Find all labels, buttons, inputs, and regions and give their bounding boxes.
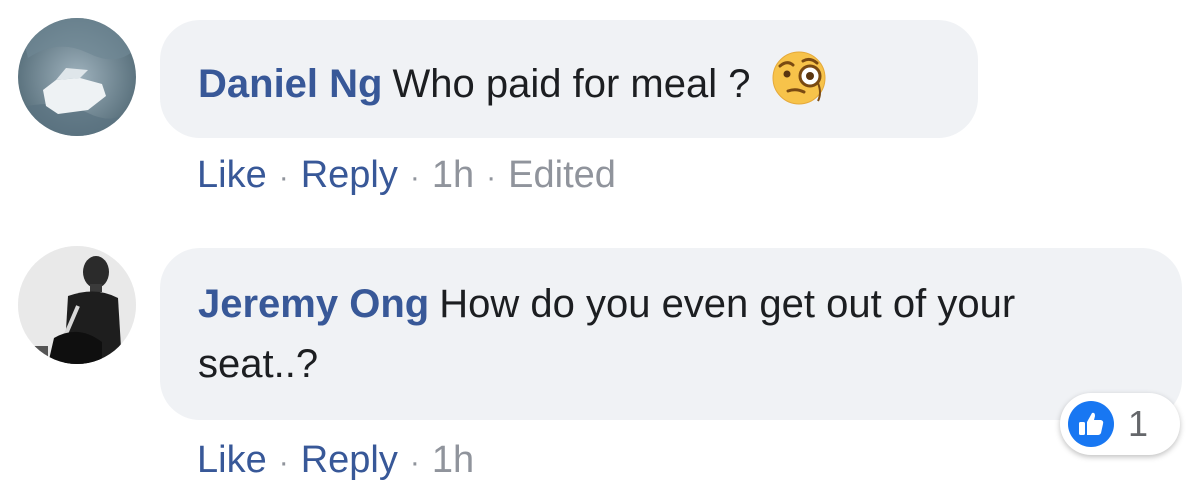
like-link[interactable]: Like xyxy=(197,439,267,481)
separator: · xyxy=(278,161,289,194)
separator: · xyxy=(278,446,289,479)
thumbs-up-icon xyxy=(1068,401,1114,447)
separator: · xyxy=(486,161,497,194)
like-link[interactable]: Like xyxy=(197,154,267,196)
timestamp-link[interactable]: 1h xyxy=(432,439,474,481)
comment-author-link[interactable]: Daniel Ng xyxy=(198,62,382,106)
comment-bubble: Jeremy Ong How do you even get out of you… xyxy=(160,248,1182,420)
reaction-summary[interactable]: 1 xyxy=(1060,393,1180,455)
timestamp-link[interactable]: 1h xyxy=(432,154,474,196)
comment-bubble: Daniel Ng Who paid for meal ? xyxy=(160,20,978,138)
comment-actions: Like · Reply · 1h xyxy=(197,438,474,485)
comment-daniel-ng: Daniel Ng Who paid for meal ? Like · Reply ·… xyxy=(0,0,1200,220)
reply-link[interactable]: Reply xyxy=(301,154,398,196)
face-with-monocle-icon xyxy=(770,49,828,107)
comment-jeremy-ong: Jeremy Ong How do you even get out of you… xyxy=(0,220,1200,489)
avatar-image xyxy=(18,18,136,136)
avatar[interactable] xyxy=(18,18,136,136)
reply-link[interactable]: Reply xyxy=(301,439,398,481)
reaction-count: 1 xyxy=(1128,403,1149,444)
comment-text: Who paid for meal ? xyxy=(392,62,751,106)
separator: · xyxy=(409,446,420,479)
comment-actions: Like · Reply · 1h · Edited xyxy=(197,153,616,200)
separator: · xyxy=(409,161,420,194)
avatar-image xyxy=(18,246,136,364)
edited-label[interactable]: Edited xyxy=(508,154,616,196)
avatar[interactable] xyxy=(18,246,136,364)
comment-author-link[interactable]: Jeremy Ong xyxy=(198,282,429,326)
